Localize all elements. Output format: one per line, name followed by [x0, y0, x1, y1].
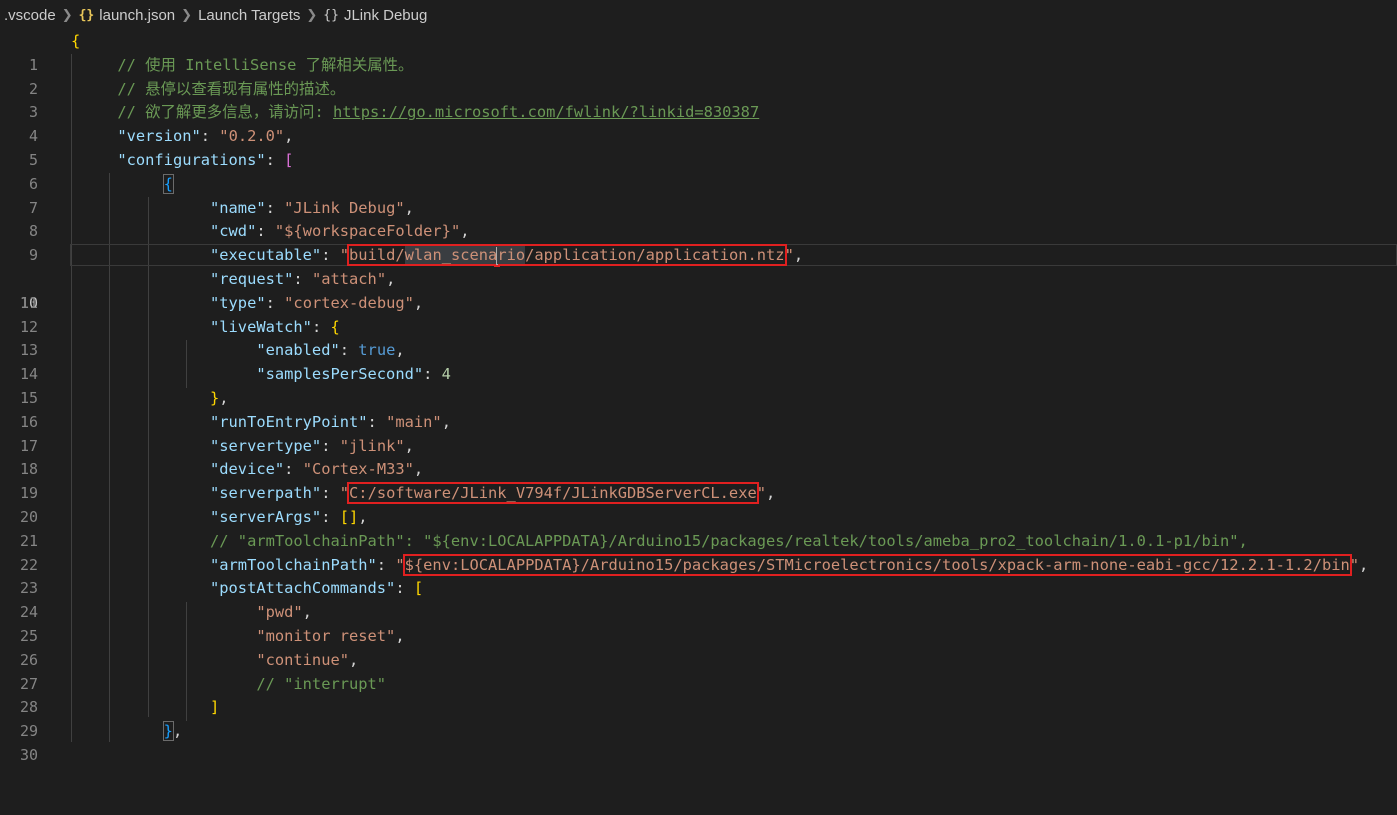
code-line[interactable]: 13 "liveWatch": {: [0, 316, 1397, 360]
breadcrumb-section[interactable]: Launch Targets: [198, 7, 300, 24]
breadcrumb: .vscode ❯ {} launch.json ❯ Launch Target…: [0, 0, 1397, 30]
code-line[interactable]: 26 "monitor reset",: [0, 625, 1397, 669]
code-line[interactable]: 8 "name": "JLink Debug",: [0, 197, 1397, 241]
line-content: "configurations": [: [117, 151, 294, 169]
line-content: "postAttachCommands": [: [210, 579, 424, 598]
line-content: "name": "JLink Debug",: [210, 198, 414, 217]
line-content: "continue",: [256, 650, 359, 669]
code-line[interactable]: 6 "configurations": [: [0, 149, 1397, 193]
line-content: {: [71, 32, 81, 50]
line-content: "device": "Cortex-M33",: [210, 460, 424, 479]
code-line[interactable]: 23 "armToolchainPath": "${env:LOCALAPPDA…: [0, 553, 1397, 597]
code-line[interactable]: 14 "enabled": true,: [0, 339, 1397, 383]
code-editor[interactable]: 1 { 2 // 使用 IntelliSense 了解相关属性。 3 // 悬停…: [0, 30, 1397, 764]
code-line[interactable]: 1 {: [0, 30, 1397, 74]
code-line[interactable]: 4 // 欲了解更多信息，请访问: https://go.microsoft.c…: [0, 101, 1397, 145]
object-symbol-icon: {}: [323, 7, 339, 23]
code-line[interactable]: 22 // "armToolchainPath": "${env:LOCALAP…: [0, 530, 1397, 574]
line-content: "monitor reset",: [256, 627, 405, 645]
line-content: "servertype": "jlink",: [210, 436, 414, 455]
line-content: "cwd": "${workspaceFolder}",: [210, 222, 470, 241]
line-content: // "interrupt": [256, 674, 387, 693]
line-content: "serverArgs": [],: [210, 508, 368, 526]
line-content: "samplesPerSecond": 4: [256, 365, 451, 384]
line-content: "serverpath": "C:/software/JLink_V794f/J…: [210, 482, 776, 505]
line-content: "type": "cortex-debug",: [210, 293, 424, 312]
line-content: ]: [210, 698, 220, 717]
code-line[interactable]: 20 "serverpath": "C:/software/JLink_V794…: [0, 482, 1397, 526]
code-line[interactable]: 7 {: [0, 173, 1397, 217]
line-content: "request": "attach",: [210, 270, 396, 288]
breadcrumb-file[interactable]: launch.json: [99, 7, 175, 24]
line-number: 30: [19, 745, 38, 764]
code-line[interactable]: 21 "serverArgs": [],: [0, 506, 1397, 550]
line-content: "liveWatch": {: [210, 317, 340, 336]
executable-value-highlight: build/wlan_scenario/application/applicat…: [347, 244, 787, 267]
line-content: // 悬停以查看现有属性的描述。: [117, 79, 346, 98]
code-line[interactable]: 30 },: [0, 720, 1397, 764]
code-line[interactable]: 15 "samplesPerSecond": 4: [0, 363, 1397, 407]
fwlink-link[interactable]: https://go.microsoft.com/fwlink/?linkid=…: [333, 103, 759, 121]
line-content: "version": "0.2.0",: [117, 127, 294, 146]
breadcrumb-folder[interactable]: .vscode: [4, 7, 56, 24]
chevron-right-icon: ❯: [181, 7, 193, 22]
chevron-right-icon: ❯: [306, 7, 318, 22]
code-line[interactable]: 11 "request": "attach",: [0, 268, 1397, 312]
code-line[interactable]: 27 "continue",: [0, 649, 1397, 693]
line-content: // 欲了解更多信息，请访问: https://go.microsoft.com…: [117, 103, 760, 122]
line-content: "pwd",: [256, 603, 312, 622]
line-content: "runToEntryPoint": "main",: [210, 412, 451, 431]
code-line[interactable]: 16 },: [0, 387, 1397, 431]
armtoolchain-value-highlight: ${env:LOCALAPPDATA}/Arduino15/packages/S…: [402, 553, 1352, 576]
code-line-current[interactable]: 10 "executable": "build/wlan_scenario/ap…: [0, 244, 1397, 312]
code-line[interactable]: 17 "runToEntryPoint": "main",: [0, 411, 1397, 455]
code-line[interactable]: 2 // 使用 IntelliSense 了解相关属性。: [0, 54, 1397, 98]
chevron-right-icon: ❯: [61, 7, 73, 22]
line-content: },: [210, 389, 229, 407]
json-file-icon: {}: [78, 7, 95, 23]
line-content: // "armToolchainPath": "${env:LOCALAPPDA…: [210, 531, 1248, 550]
code-line[interactable]: 19 "device": "Cortex-M33",: [0, 458, 1397, 502]
line-content: {: [162, 173, 174, 194]
serverpath-value-highlight: C:/software/JLink_V794f/JLinkGDBServerCL…: [347, 482, 759, 505]
line-content: // 使用 IntelliSense 了解相关属性。: [117, 55, 414, 74]
code-line[interactable]: 24 "postAttachCommands": [: [0, 577, 1397, 621]
line-content: },: [162, 721, 183, 742]
code-line[interactable]: 28 // "interrupt": [0, 673, 1397, 717]
code-line[interactable]: 29 ]: [0, 696, 1397, 740]
line-content: "executable": "build/wlan_scenario/appli…: [210, 244, 804, 267]
line-content: "armToolchainPath": "${env:LOCALAPPDATA}…: [210, 553, 1369, 576]
code-line[interactable]: 18 "servertype": "jlink",: [0, 435, 1397, 479]
code-line[interactable]: 5 "version": "0.2.0",: [0, 125, 1397, 169]
code-line[interactable]: 9 "cwd": "${workspaceFolder}",: [0, 220, 1397, 264]
code-line[interactable]: 12 "type": "cortex-debug",: [0, 292, 1397, 336]
code-line[interactable]: 3 // 悬停以查看现有属性的描述。: [0, 78, 1397, 122]
line-content: "enabled": true,: [256, 341, 405, 360]
code-line[interactable]: 25 "pwd",: [0, 601, 1397, 645]
breadcrumb-item[interactable]: JLink Debug: [344, 7, 427, 24]
